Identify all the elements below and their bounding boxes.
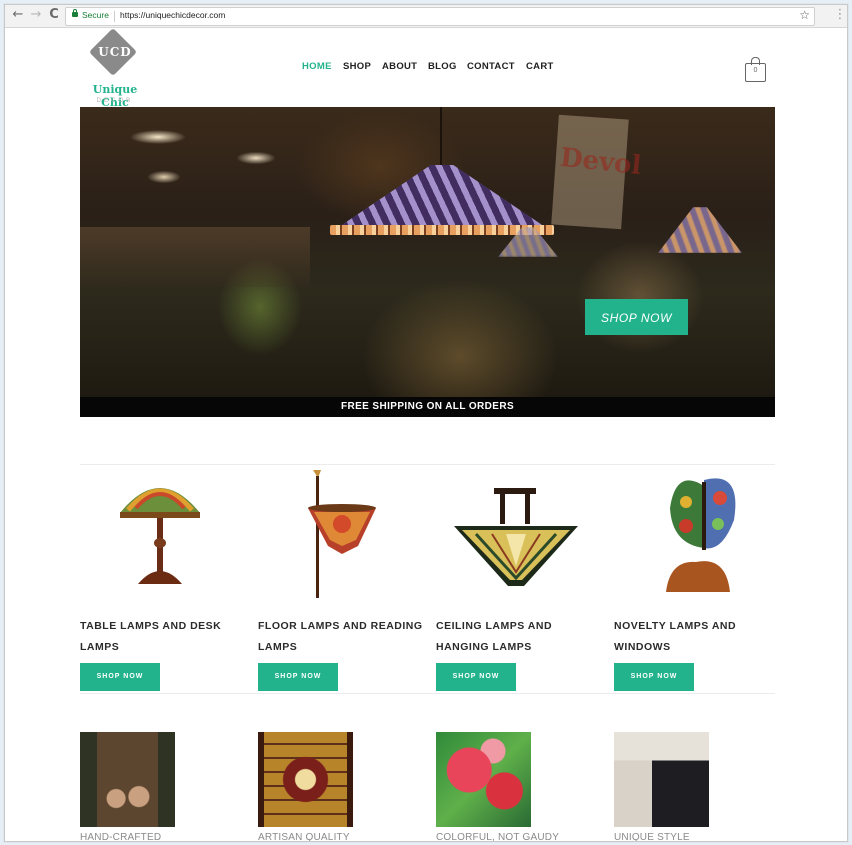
category-ceiling-lamps: CEILING LAMPS AND HANGING LAMPS SHOP NOW	[436, 468, 596, 691]
feature-caption: ARTISAN QUALITY	[258, 832, 350, 842]
ceiling-lamp-image[interactable]	[436, 468, 596, 598]
feature-caption: HAND-CRAFTED	[80, 832, 162, 842]
logo-monogram: UCD	[98, 45, 132, 59]
nav-blog[interactable]: BLOG	[428, 61, 457, 72]
hero-shop-now-button[interactable]: SHOP NOW	[585, 299, 688, 335]
feature-unique-style: UNIQUE STYLE	[614, 732, 714, 841]
colorful-glass-photo	[436, 732, 531, 827]
butterfly-lamp-image[interactable]	[614, 468, 774, 598]
browser-toolbar: ← → C Secure https://uniquechicdecor.com…	[5, 5, 847, 28]
category-title[interactable]: CEILING LAMPS AND HANGING LAMPS	[436, 616, 606, 658]
hero-shelf-shape	[80, 227, 310, 287]
category-floor-lamps: FLOOR LAMPS AND READING LAMPS SHOP NOW	[258, 468, 422, 691]
url-text[interactable]: https://uniquechicdecor.com	[120, 10, 225, 20]
table-lamp-image[interactable]	[80, 468, 240, 598]
feature-caption: UNIQUE STYLE	[614, 832, 690, 842]
shop-now-button[interactable]: SHOP NOW	[614, 663, 694, 691]
floor-lamp-image[interactable]	[258, 468, 418, 598]
background-lamp	[658, 207, 742, 253]
tiffany-lamp-shade	[330, 165, 554, 233]
feature-hand-crafted: HAND-CRAFTED	[80, 732, 180, 841]
shopping-bag-icon[interactable]: 0	[745, 57, 766, 82]
living-room-photo	[614, 732, 709, 827]
shop-now-button[interactable]: SHOP NOW	[436, 663, 516, 691]
stained-glass-panel-photo	[258, 732, 353, 827]
logo-tagline: DECOR	[96, 98, 134, 104]
nav-contact[interactable]: CONTACT	[467, 61, 515, 72]
nav-cart[interactable]: CART	[526, 61, 554, 72]
address-bar[interactable]: Secure https://uniquechicdecor.com ☆	[65, 7, 815, 26]
nav-home[interactable]: HOME	[302, 61, 332, 72]
feature-colorful: COLORFUL, NOT GAUDY	[436, 732, 559, 841]
forward-icon[interactable]: →	[29, 8, 43, 22]
back-icon[interactable]: ←	[11, 8, 25, 22]
site-logo[interactable]: UCD Unique Chic DECOR	[79, 27, 151, 111]
secure-label: Secure	[82, 10, 109, 20]
category-title[interactable]: TABLE LAMPS AND DESK LAMPS	[80, 616, 250, 658]
browser-window: ← → C Secure https://uniquechicdecor.com…	[4, 4, 848, 842]
shop-now-button[interactable]: SHOP NOW	[258, 663, 338, 691]
section-divider	[80, 693, 775, 694]
lock-icon	[72, 9, 78, 17]
section-divider	[80, 464, 775, 465]
category-novelty-lamps: NOVELTY LAMPS AND WINDOWS SHOP NOW	[614, 468, 774, 691]
nav-about[interactable]: ABOUT	[382, 61, 417, 72]
hero-banner: Devol SHOP NOW FREE SHIPPING ON ALL ORDE…	[80, 107, 775, 417]
reload-icon[interactable]: C	[47, 8, 61, 22]
feature-artisan-quality: ARTISAN QUALITY	[258, 732, 358, 841]
free-shipping-strip: FREE SHIPPING ON ALL ORDERS	[80, 397, 775, 417]
logo-name: Unique Chic	[92, 83, 138, 109]
lamp-cord	[440, 107, 442, 169]
shop-now-button[interactable]: SHOP NOW	[80, 663, 160, 691]
feature-caption: COLORFUL, NOT GAUDY	[436, 832, 560, 842]
nav-shop[interactable]: SHOP	[343, 61, 371, 72]
address-separator	[114, 11, 115, 22]
category-table-lamps: TABLE LAMPS AND DESK LAMPS SHOP NOW	[80, 468, 240, 691]
craftsman-photo	[80, 732, 175, 827]
category-title[interactable]: NOVELTY LAMPS AND WINDOWS	[614, 616, 784, 658]
category-title[interactable]: FLOOR LAMPS AND READING LAMPS	[258, 616, 428, 658]
cart-count: 0	[753, 67, 758, 74]
free-shipping-text: FREE SHIPPING ON ALL ORDERS	[340, 401, 515, 412]
browser-menu-icon[interactable]: ⋮	[833, 8, 847, 22]
bookmark-star-icon[interactable]: ☆	[799, 8, 810, 22]
